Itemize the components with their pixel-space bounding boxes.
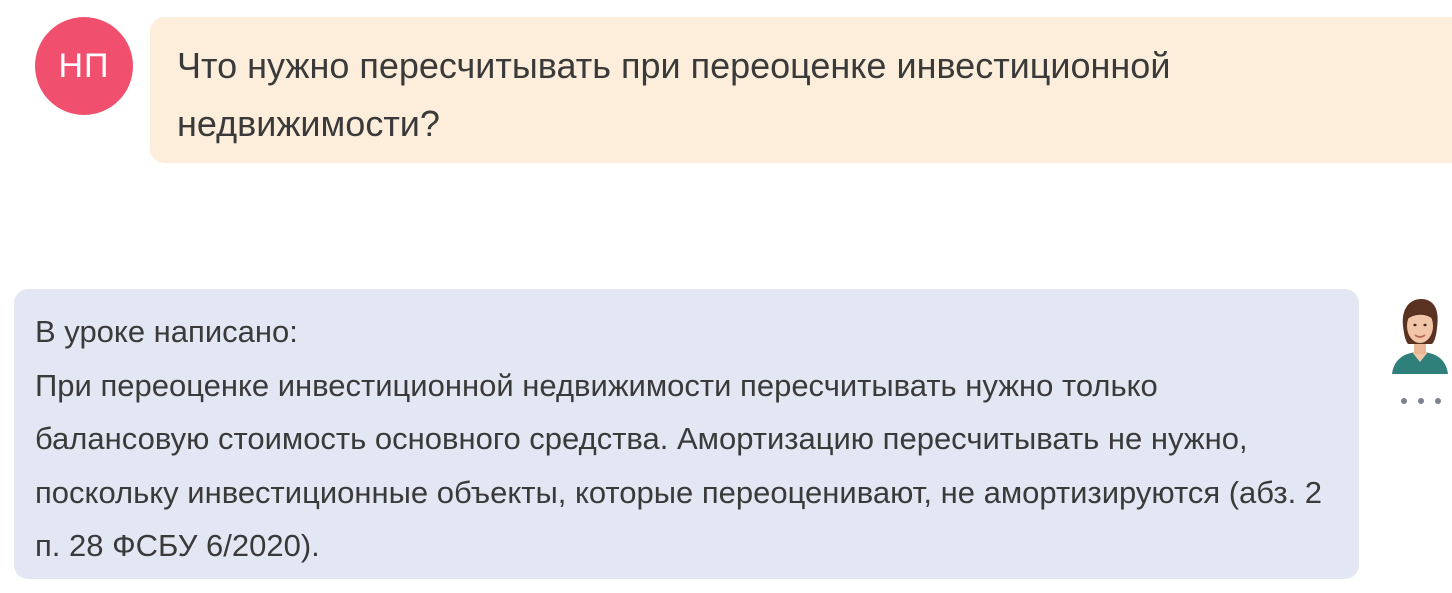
expert-avatar bbox=[1392, 299, 1448, 374]
chat-thread: НП Что нужно пересчитывать при переоценк… bbox=[0, 0, 1452, 593]
bot-answer-intro: В уроке написано: bbox=[35, 314, 298, 349]
bot-answer-bubble: В уроке написано: При переоценке инвести… bbox=[14, 289, 1359, 579]
user-avatar: НП bbox=[35, 17, 133, 115]
user-question-text: Что нужно пересчитывать при переоценке и… bbox=[177, 45, 1171, 144]
dot bbox=[1418, 398, 1424, 404]
dot bbox=[1435, 398, 1441, 404]
bot-answer-body: При переоценке инвестиционной недвижимос… bbox=[35, 367, 1323, 564]
dot bbox=[1401, 398, 1407, 404]
more-options-icon[interactable] bbox=[1397, 386, 1445, 416]
user-avatar-initials: НП bbox=[58, 46, 110, 85]
user-question-bubble: Что нужно пересчитывать при переоценке и… bbox=[150, 17, 1452, 163]
